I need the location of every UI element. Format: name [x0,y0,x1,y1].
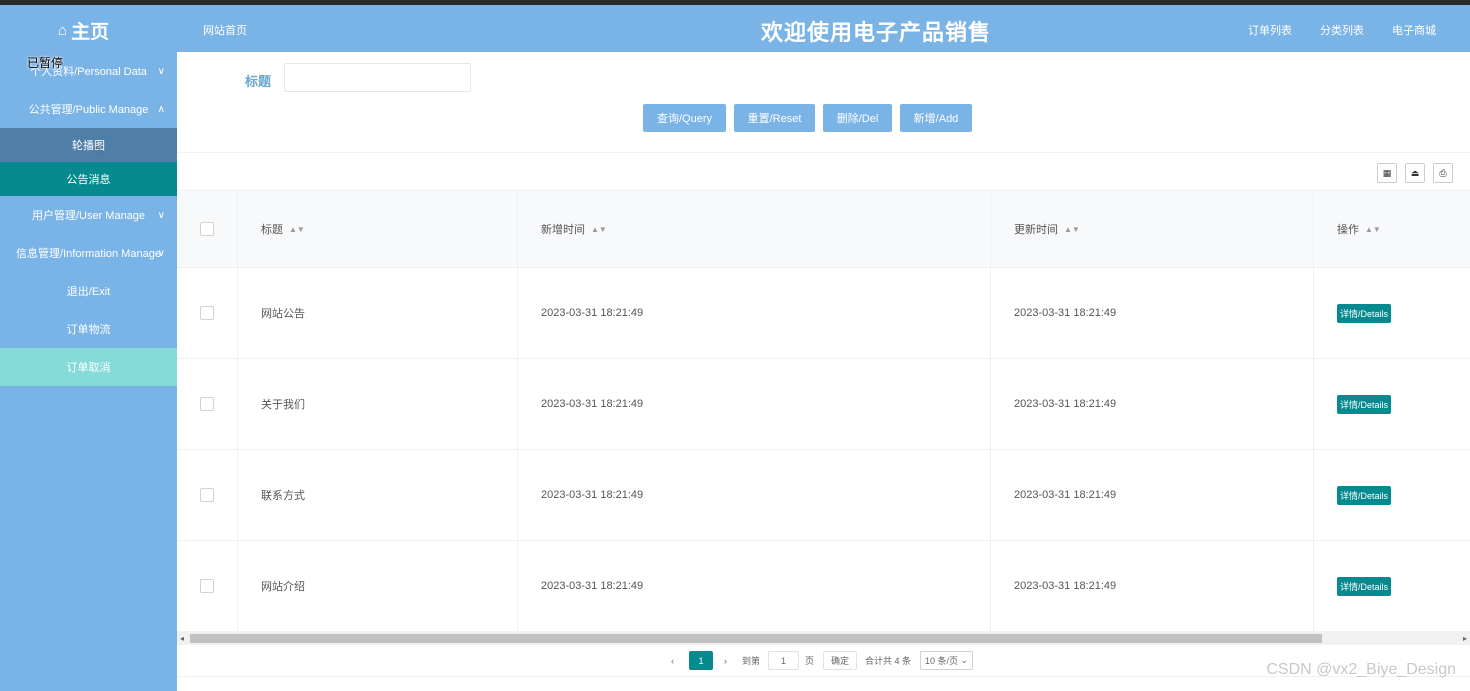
cell-updated: 2023-03-31 18:21:49 [991,268,1314,358]
sidebar-item-public-manage[interactable]: 公共管理/Public Manage ∧ [0,90,177,128]
title-filter-label: 标题 [245,74,272,89]
next-page-icon[interactable]: › [724,651,727,670]
hand-cursor-icon: ☝ [94,141,103,157]
table-header: 标题 ▲▼ 新增时间 ▲▼ 更新时间 ▲▼ 操作 ▲▼ [177,191,1470,268]
nav-electronics-mall[interactable]: 电子商城 [1392,22,1436,38]
paused-overlay-text: 已暂停 [27,56,64,70]
cell-updated: 2023-03-31 18:21:49 [991,541,1314,631]
top-links: 订单列表 分类列表 电子商城 [1248,22,1436,38]
page-size-select[interactable]: 10 条/页 ⌄ [920,651,974,670]
goto-label: 到第 [742,656,761,666]
table-row: 网站介绍 2023-03-31 18:21:49 2023-03-31 18:2… [177,541,1470,632]
nav-category-list[interactable]: 分类列表 [1320,22,1364,38]
cell-created: 2023-03-31 18:21:49 [518,268,991,358]
row-checkbox[interactable] [200,397,214,411]
sidebar-item-label: 公共管理/Public Manage [28,104,149,116]
sort-icon[interactable]: ▲▼ [591,225,607,234]
sort-icon[interactable]: ▲▼ [289,225,305,234]
table-row: 网站公告 2023-03-31 18:21:49 2023-03-31 18:2… [177,268,1470,359]
sidebar-item-order-logistics[interactable]: 订单物流 [0,310,177,348]
column-header-updated[interactable]: 更新时间 ▲▼ [991,191,1314,267]
query-button[interactable]: 查询/Query [643,104,726,132]
sidebar-subitem-carousel[interactable]: 轮播图 [0,128,177,162]
cell-created: 2023-03-31 18:21:49 [518,450,991,540]
sort-icon[interactable]: ▲▼ [1365,225,1381,234]
nav-order-list[interactable]: 订单列表 [1248,22,1292,38]
top-navbar: ⌂ 主页 网站首页 欢迎使用电子产品销售 订单列表 分类列表 电子商城 [0,5,1470,52]
horizontal-scrollbar[interactable]: ◂ ▸ [177,632,1470,645]
cell-title: 联系方式 [238,450,518,540]
cell-updated: 2023-03-31 18:21:49 [991,359,1314,449]
scroll-left-arrow-icon[interactable]: ◂ [180,632,184,645]
chevron-up-icon: ∧ [157,103,165,115]
cell-created: 2023-03-31 18:21:49 [518,541,991,631]
sidebar-subitem-announcements[interactable]: 公告消息 [0,162,177,196]
goto-page-input[interactable]: 1 [768,651,799,670]
sidebar-item-user-manage[interactable]: 用户管理/User Manage ∨ [0,196,177,234]
sidebar: 个人资料/Personal Data ∨ 公共管理/Public Manage … [0,52,177,691]
sidebar-item-exit[interactable]: 退出/Exit [0,272,177,310]
watermark: CSDN @vx2_Biye_Design [1266,661,1456,678]
export-icon[interactable]: ⏏ [1405,163,1425,183]
chevron-down-icon: ∨ [157,65,165,77]
select-all-checkbox[interactable] [200,222,214,236]
sidebar-item-label: 用户管理/User Manage [31,210,146,222]
details-button[interactable]: 详情/Details [1337,394,1392,414]
search-panel: 标题 查询/Query 重置/Reset 删除/Del 新增/Add [177,52,1470,153]
table-row: 关于我们 2023-03-31 18:21:49 2023-03-31 18:2… [177,359,1470,450]
chevron-down-icon: ∨ [157,247,165,259]
sidebar-item-label: 信息管理/Information Manage [16,248,161,260]
chevron-down-icon: ⌄ [960,655,969,665]
add-button[interactable]: 新增/Add [900,104,972,132]
columns-filter-icon[interactable]: ▦ [1377,163,1397,183]
row-checkbox[interactable] [200,306,214,320]
cell-title: 关于我们 [238,359,518,449]
title-search-input[interactable] [284,63,471,92]
column-header-title[interactable]: 标题 ▲▼ [238,191,518,267]
column-header-created[interactable]: 新增时间 ▲▼ [518,191,991,267]
page-unit-label: 页 [805,656,815,666]
chevron-down-icon: ∨ [157,209,165,221]
sidebar-item-order-cancel[interactable]: 订单取消 [0,348,177,386]
row-checkbox[interactable] [200,579,214,593]
cell-created: 2023-03-31 18:21:49 [518,359,991,449]
scroll-right-arrow-icon[interactable]: ▸ [1463,632,1467,645]
reset-button[interactable]: 重置/Reset [734,104,815,132]
total-count: 合计共 4 条 [865,656,912,666]
prev-page-icon[interactable]: ‹ [671,651,674,670]
details-button[interactable]: 详情/Details [1337,485,1392,505]
sort-icon[interactable]: ▲▼ [1064,225,1080,234]
sidebar-item-information-manage[interactable]: 信息管理/Information Manage ∨ [0,234,177,272]
print-icon[interactable]: ⎙ [1433,163,1453,183]
cell-title: 网站介绍 [238,541,518,631]
delete-button[interactable]: 删除/Del [823,104,892,132]
scrollbar-thumb[interactable] [190,634,1322,643]
column-header-action[interactable]: 操作 ▲▼ [1314,191,1470,267]
details-button[interactable]: 详情/Details [1337,576,1392,596]
table-row: 联系方式 2023-03-31 18:21:49 2023-03-31 18:2… [177,450,1470,541]
page-button-current[interactable]: 1 [689,651,713,670]
goto-confirm-button[interactable]: 确定 [823,651,857,670]
cell-title: 网站公告 [238,268,518,358]
cell-updated: 2023-03-31 18:21:49 [991,450,1314,540]
details-button[interactable]: 详情/Details [1337,303,1392,323]
table-toolbar: ▦ ⏏ ⎙ [177,153,1470,191]
data-table: ▦ ⏏ ⎙ 标题 ▲▼ 新增时间 ▲▼ 更新时间 ▲▼ 操作 ▲▼ 网站公告 2023-… [177,153,1470,633]
row-checkbox[interactable] [200,488,214,502]
